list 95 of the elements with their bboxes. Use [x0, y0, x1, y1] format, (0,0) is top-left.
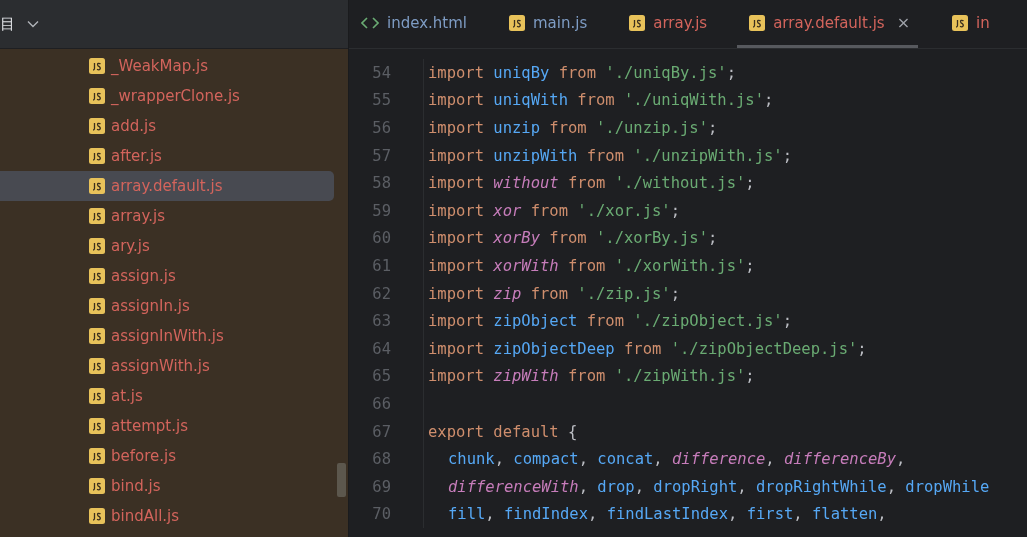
- js-file-icon: [89, 208, 105, 224]
- file-item[interactable]: array.default.js: [0, 171, 334, 201]
- js-file-icon: [89, 268, 105, 284]
- code-line: export default {: [428, 422, 578, 441]
- file-item[interactable]: _WeakMap.js: [0, 51, 334, 81]
- file-name: array.default.js: [111, 177, 223, 195]
- file-item[interactable]: before.js: [0, 441, 334, 471]
- file-item[interactable]: bind.js: [0, 471, 334, 501]
- file-item[interactable]: add.js: [0, 111, 334, 141]
- file-name: assignIn.js: [111, 297, 190, 315]
- editor-tab[interactable]: array.default.js ×: [737, 0, 919, 48]
- editor-tab[interactable]: array.js: [617, 0, 716, 48]
- js-file-icon: [89, 88, 105, 104]
- code-line: import zip from './zip.js';: [428, 284, 680, 303]
- js-file-icon: [509, 14, 525, 31]
- file-name: ary.js: [111, 237, 150, 255]
- js-file-icon: [89, 238, 105, 254]
- line-number: 58: [349, 169, 424, 197]
- js-file-icon: [89, 508, 105, 524]
- line-number: 55: [349, 86, 424, 115]
- line-number: 57: [349, 141, 424, 170]
- file-item[interactable]: assignInWith.js: [0, 321, 334, 351]
- editor-tab[interactable]: index.html: [349, 0, 475, 48]
- line-number: 65: [349, 362, 424, 391]
- file-name: assignWith.js: [111, 357, 210, 375]
- line-number: 69: [349, 472, 424, 501]
- line-number: 66: [349, 390, 424, 418]
- code-brackets-icon: [361, 16, 379, 29]
- js-file-icon: [89, 388, 105, 404]
- file-item[interactable]: assignIn.js: [0, 291, 334, 321]
- js-file-icon: [89, 328, 105, 344]
- js-file-icon: [89, 178, 105, 194]
- js-file-icon: [89, 418, 105, 434]
- code-line: import xor from './xor.js';: [428, 201, 680, 220]
- line-number: 54: [349, 59, 424, 87]
- file-name: add.js: [111, 117, 156, 135]
- js-file-icon: [629, 14, 646, 31]
- file-name: after.js: [111, 147, 162, 165]
- line-number: 68: [349, 445, 424, 473]
- js-file-icon: [89, 118, 105, 134]
- line-number: 62: [349, 279, 424, 308]
- code-line: import uniqWith from './uniqWith.js';: [428, 91, 774, 110]
- file-name: before.js: [111, 447, 177, 465]
- sidebar-title[interactable]: 目: [0, 14, 15, 34]
- file-name: _wrapperClone.js: [111, 87, 240, 105]
- file-item[interactable]: assignWith.js: [0, 351, 334, 381]
- line-number: 56: [349, 114, 424, 142]
- line-number: 59: [349, 196, 424, 225]
- line-number: 60: [349, 224, 424, 253]
- js-file-icon: [89, 58, 105, 74]
- js-file-icon: [749, 14, 766, 31]
- file-name: array.js: [111, 207, 165, 225]
- file-item[interactable]: array.js: [0, 201, 334, 231]
- code-line: import zipObject from './zipObject.js';: [428, 312, 792, 331]
- file-item[interactable]: after.js: [0, 141, 334, 171]
- file-name: bindAll.js: [111, 507, 180, 525]
- line-number: 63: [349, 307, 424, 335]
- code-line: import without from './without.js';: [428, 174, 755, 193]
- line-number: 64: [349, 334, 424, 363]
- js-file-icon: [89, 358, 105, 374]
- file-item[interactable]: at.js: [0, 381, 334, 411]
- line-number: 70: [349, 500, 424, 529]
- file-item[interactable]: _wrapperClone.js: [0, 81, 334, 111]
- line-number: 67: [349, 417, 424, 446]
- code-line: import unzipWith from './unzipWith.js';: [428, 146, 792, 165]
- js-file-icon: [89, 298, 105, 314]
- editor-tab[interactable]: main.js: [497, 0, 596, 48]
- line-number: 61: [349, 252, 424, 280]
- code-line: import xorBy from './xorBy.js';: [428, 229, 718, 248]
- js-file-icon: [89, 148, 105, 164]
- code-line: import xorWith from './xorWith.js';: [428, 256, 755, 275]
- js-file-icon: [89, 448, 105, 464]
- js-file-icon: [89, 478, 105, 494]
- file-item[interactable]: assign.js: [0, 261, 334, 291]
- file-item[interactable]: bindAll.js: [0, 501, 334, 531]
- file-name: bind.js: [111, 477, 161, 495]
- file-name: _WeakMap.js: [111, 57, 208, 75]
- editor-tab[interactable]: in: [940, 0, 998, 48]
- file-item[interactable]: attempt.js: [0, 411, 334, 441]
- file-name: attempt.js: [111, 417, 188, 435]
- code-line: import uniqBy from './uniqBy.js';: [428, 63, 736, 82]
- code-line: differenceWith, drop, dropRight, dropRightWhile, dropWhile: [447, 477, 990, 496]
- code-line: chunk, compact, concat, difference, differenceBy,: [447, 450, 906, 469]
- js-file-icon: [952, 14, 969, 31]
- file-name: assign.js: [111, 267, 176, 285]
- code-line: import zipObjectDeep from './zipObjectDeep.js';: [428, 339, 867, 358]
- scrollbar-thumb[interactable]: [337, 463, 346, 497]
- close-icon[interactable]: ×: [896, 13, 911, 32]
- code-line: fill, findIndex, findLastIndex, first, flatten,: [447, 505, 887, 524]
- code-line: import unzip from './unzip.js';: [428, 119, 718, 137]
- file-name: at.js: [111, 387, 143, 405]
- chevron-down-icon[interactable]: [27, 20, 39, 28]
- code-line: import zipWith from './zipWith.js';: [428, 367, 755, 386]
- file-name: assignInWith.js: [111, 327, 224, 345]
- file-item[interactable]: ary.js: [0, 231, 334, 261]
